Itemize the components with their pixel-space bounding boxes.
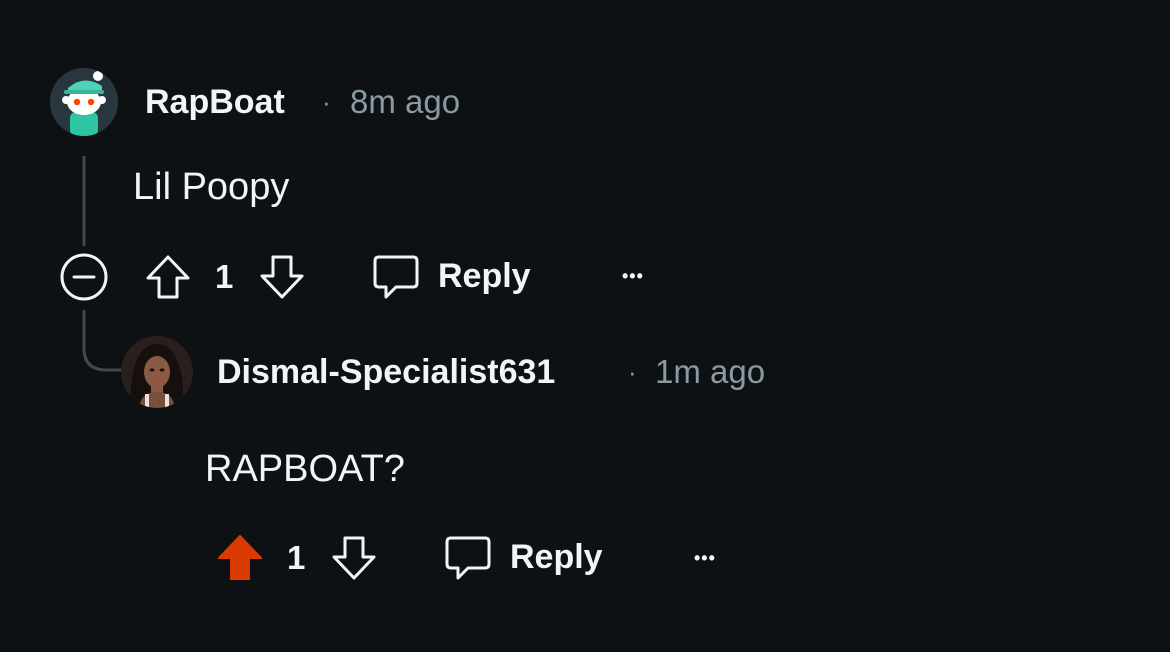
collapse-button[interactable] bbox=[59, 252, 109, 302]
comment-bubble-icon bbox=[373, 255, 419, 299]
reply-label: Reply bbox=[510, 538, 603, 576]
avatar-rapboat[interactable] bbox=[50, 68, 118, 136]
downvote-button[interactable] bbox=[258, 253, 306, 301]
vote-count: 1 bbox=[287, 539, 306, 576]
avatar-dismal-specialist[interactable] bbox=[121, 336, 193, 408]
meta-separator: · bbox=[322, 87, 331, 117]
upvote-button[interactable] bbox=[144, 253, 192, 301]
downvote-arrow-icon bbox=[332, 536, 376, 580]
comment-body: Lil Poopy bbox=[133, 166, 290, 208]
meta-separator: · bbox=[628, 357, 637, 387]
more-options-button[interactable]: ••• bbox=[622, 256, 644, 296]
collapse-minus-icon bbox=[60, 253, 108, 301]
comment-bubble-icon bbox=[445, 536, 491, 580]
snoo-avatar-icon bbox=[50, 68, 118, 136]
upvote-arrow-icon bbox=[146, 255, 190, 299]
comment-author[interactable]: Dismal-Specialist631 bbox=[217, 352, 555, 392]
reply-button[interactable]: Reply bbox=[444, 533, 603, 581]
user-avatar-icon bbox=[121, 336, 193, 408]
more-options-button[interactable]: ••• bbox=[694, 538, 716, 578]
comment-timestamp: 8m ago bbox=[350, 83, 461, 120]
upvote-arrow-icon bbox=[218, 535, 262, 580]
comment-body: RAPBOAT? bbox=[205, 448, 405, 490]
reply-button[interactable]: Reply bbox=[372, 252, 531, 300]
downvote-arrow-icon bbox=[260, 255, 304, 299]
vote-count: 1 bbox=[215, 258, 234, 295]
downvote-button[interactable] bbox=[330, 534, 378, 582]
comment-timestamp: 1m ago bbox=[655, 353, 766, 390]
upvote-button-active[interactable] bbox=[216, 533, 264, 581]
comment-author[interactable]: RapBoat bbox=[145, 82, 285, 122]
reply-label: Reply bbox=[438, 257, 531, 295]
